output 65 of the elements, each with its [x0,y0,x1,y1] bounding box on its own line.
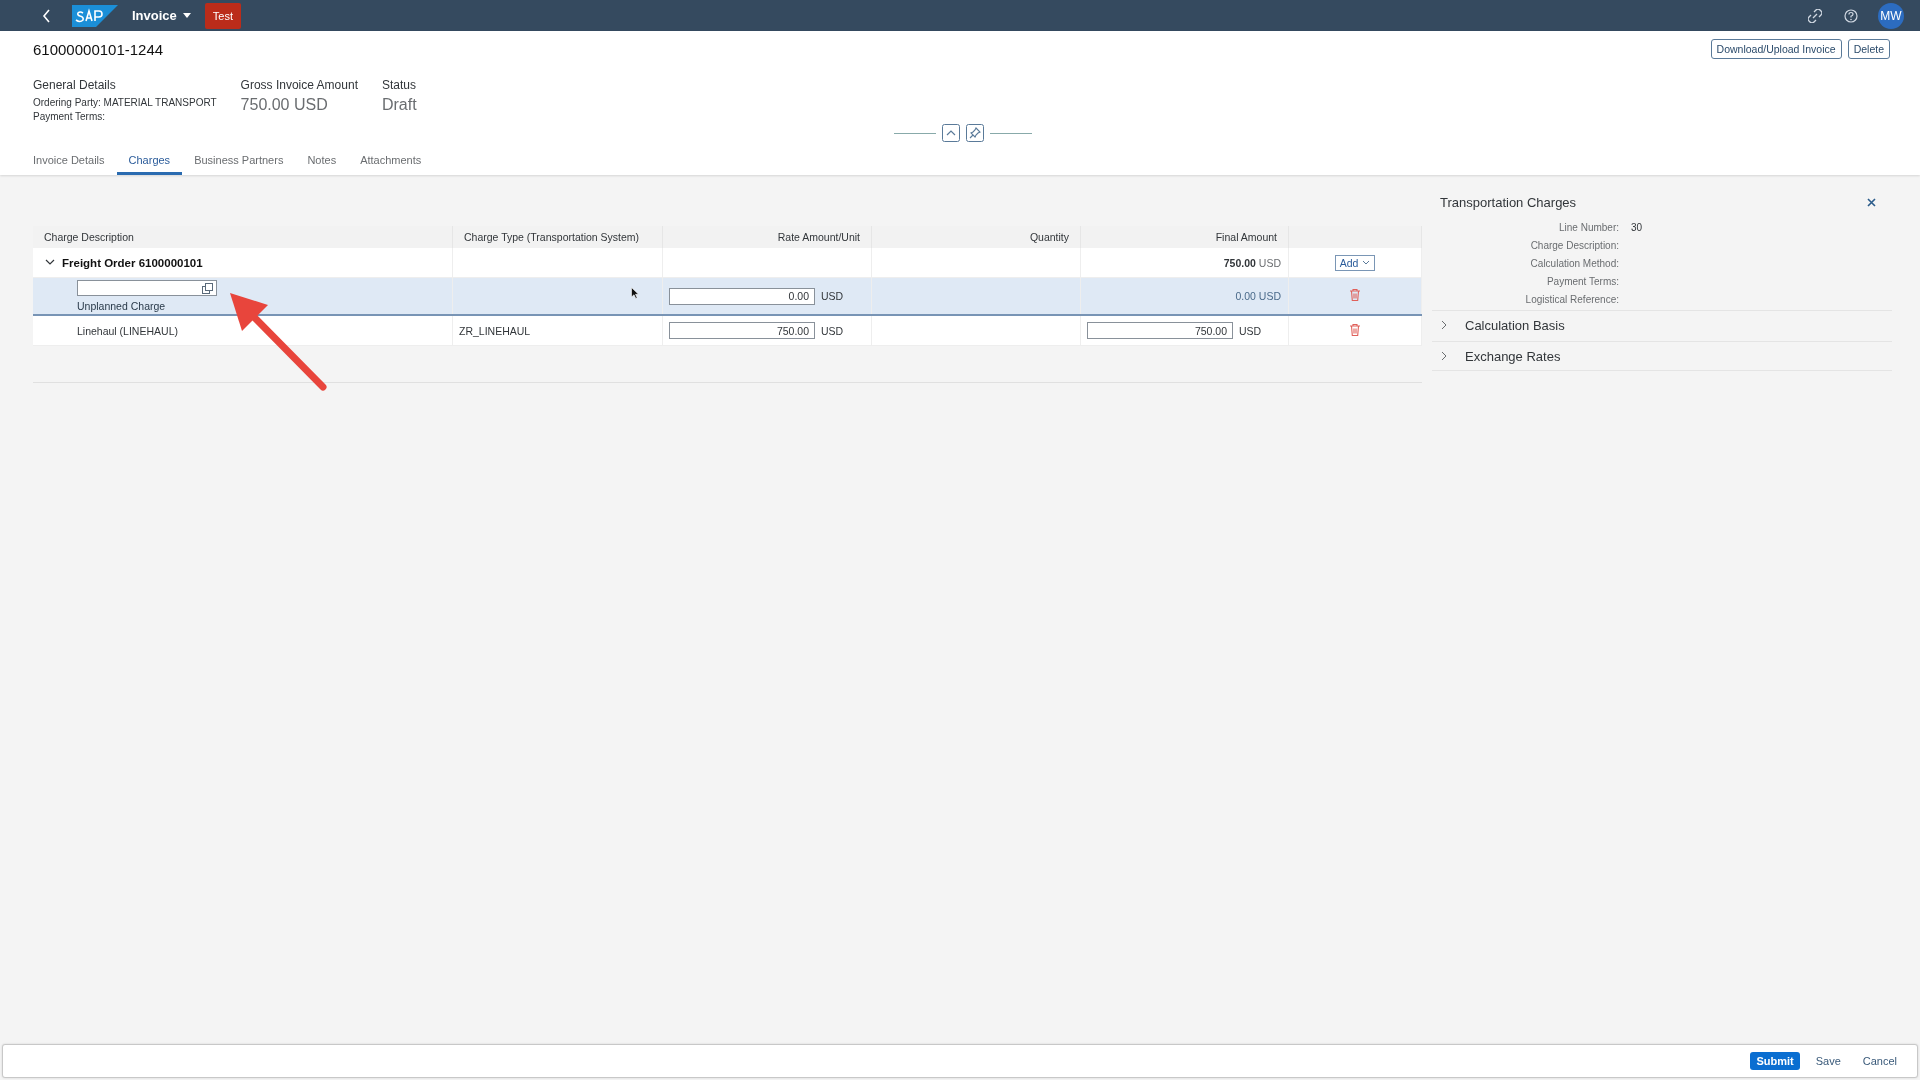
currency-label: USD [821,324,844,337]
panel-title: Transportation Charges [1440,194,1577,210]
kpi-label: Gross Invoice Amount [240,78,358,92]
tab[interactable]: Business Partners [182,146,296,175]
column-header: Rate Amount/Unit [662,226,872,248]
kpi-value: 750.00 USD [240,96,329,114]
column-header: Charge Type (Transportation System) [452,226,663,248]
panel-section-header[interactable]: Calculation Basis [1432,310,1892,339]
tab[interactable]: Charges [116,146,183,175]
kpi-value: Draft [381,96,417,114]
field-label: Payment Terms: [1545,276,1619,289]
amount-input[interactable]: 750.00 [669,322,815,339]
trash-icon[interactable] [1350,323,1360,336]
caret-icon [182,13,191,18]
tab[interactable]: Attachments [348,146,434,175]
link-icon[interactable] [1808,8,1822,23]
caret-icon [1362,260,1371,265]
header-action-button[interactable]: Delete [1847,39,1890,59]
table-cell: ZR_LINEHAUL [459,324,531,337]
value-help-icon[interactable] [202,282,213,294]
description-input[interactable] [77,280,217,296]
currency-label: USD [821,290,844,302]
user-avatar[interactable]: MW [1878,2,1904,29]
app-title-menu[interactable]: Invoice [132,8,191,23]
column-header: Quantity [871,226,1081,248]
final-amount-text: 0.00 USD [1235,290,1281,302]
close-icon[interactable] [1867,197,1876,207]
back-icon[interactable] [42,8,52,23]
trash-icon[interactable] [1350,289,1360,301]
footer-button[interactable]: Save [1809,1052,1847,1070]
amount-input[interactable]: 0.00 [669,287,815,305]
group-title: Freight Order 6100000101 [62,256,203,269]
footer-button[interactable]: Cancel [1856,1052,1903,1070]
column-header: Charge Description [33,226,453,248]
field-label: Charge Description: [1529,240,1619,253]
collapse-icon[interactable] [45,259,55,266]
table-row[interactable]: Linehaul (LINEHAUL) ZR_LINEHAUL 750.00 USD 750.00 USD [33,315,1422,346]
mouse-pointer-icon [631,287,639,299]
logo-icon [72,4,118,27]
header-action-button[interactable]: Download/Upload Invoice [1710,39,1842,59]
field-value: 30 [1631,222,1644,235]
panel-section-header[interactable]: Exchange Rates [1432,341,1892,371]
section-label: General Details [33,78,117,92]
object-title: 61000000101-1244 [33,40,164,58]
collapse-header-icon[interactable] [941,124,960,142]
description-text: Unplanned Charge [77,300,167,312]
attribute-text: Ordering Party: MATERIAL TRANSPORT [33,96,217,110]
field-label: Calculation Method: [1529,258,1619,271]
field-label: Line Number: [1557,222,1619,235]
kpi-label: Status [381,78,417,92]
attribute-text: Payment Terms: [33,110,107,124]
tab[interactable]: Notes [295,146,349,175]
currency-label: USD [1239,324,1262,337]
tab[interactable]: Invoice Details [33,146,117,175]
help-icon[interactable] [1844,8,1858,23]
pin-icon[interactable] [965,124,984,142]
system-badge: Test [204,2,241,29]
final-amount-text: 750.00 USD [1223,256,1281,269]
footer-button[interactable]: Submit [1750,1052,1800,1070]
add-menu-button[interactable]: Add [1334,254,1376,271]
field-label: Logistical Reference: [1524,294,1619,307]
table-row[interactable]: Unplanned Charge 0.00 USD 0.00 USD [33,277,1422,315]
column-header: Final Amount [1080,226,1289,248]
table-cell-text: Linehaul (LINEHAUL) [77,324,179,337]
amount-input[interactable]: 750.00 [1087,322,1233,339]
